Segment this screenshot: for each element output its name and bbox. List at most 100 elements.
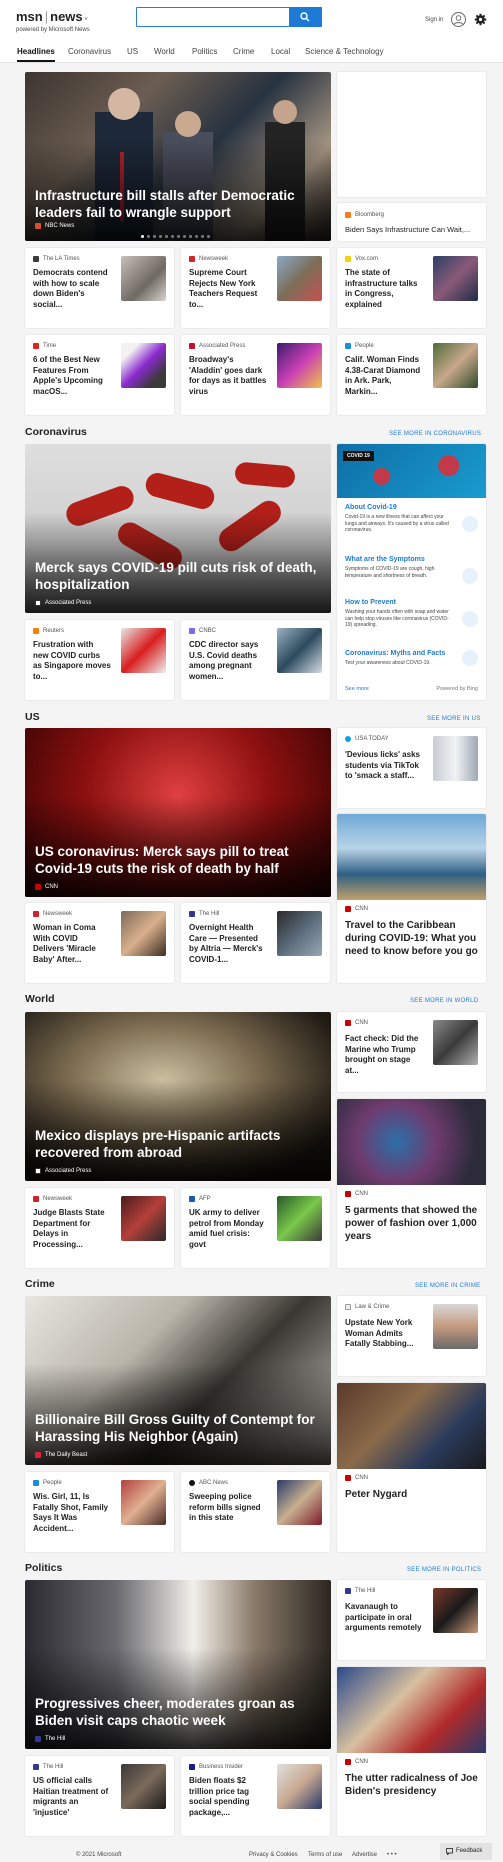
tab-headlines[interactable]: Headlines (17, 47, 55, 62)
terms-link[interactable]: Terms of use (308, 1852, 342, 1858)
carousel-dot[interactable] (195, 235, 198, 238)
hero-source: CNN (35, 884, 58, 890)
news-card[interactable]: The Hill US official calls Haitian treat… (25, 1756, 174, 1836)
carousel-dot[interactable] (183, 235, 186, 238)
tab-crime[interactable]: Crime (233, 47, 254, 56)
covid-topic-title[interactable]: What are the Symptoms (345, 556, 478, 563)
see-more-world-link[interactable]: SEE MORE IN WORLD (410, 998, 478, 1004)
tile-card[interactable]: CNN 5 garments that showed the power of … (337, 1099, 486, 1268)
see-more-link[interactable]: See more (345, 686, 369, 692)
covid-topic[interactable]: What are the Symptoms Symptoms of COVID-1… (345, 556, 478, 584)
msn-logo[interactable]: msn | news ˅ (16, 9, 88, 24)
news-card[interactable]: Newsweek Woman in Coma With COVID Delive… (25, 903, 174, 983)
covid-topic-title[interactable]: About Covid-19 (345, 504, 478, 511)
hero-source: The Hill (35, 1736, 65, 1742)
covid-topic-title[interactable]: How to Prevent (345, 599, 478, 606)
feedback-button[interactable]: Feedback (440, 1843, 492, 1860)
see-more-coronavirus-link[interactable]: SEE MORE IN CORONAVIRUS (389, 431, 481, 437)
card-title: Kavanaugh to participate in oral argumen… (345, 1602, 422, 1632)
news-card[interactable]: Law & Crime Upstate New York Woman Admit… (337, 1296, 486, 1376)
search-input[interactable] (137, 9, 277, 28)
carousel-dot[interactable] (177, 235, 180, 238)
card-title: Overnight Health Care — Presented by Alt… (189, 923, 263, 964)
search-button[interactable] (289, 7, 322, 27)
covid-topic[interactable]: How to Prevent Washing your hands often w… (345, 599, 478, 629)
carousel-dot[interactable] (201, 235, 204, 238)
see-more-crime-link[interactable]: SEE MORE IN CRIME (415, 1283, 480, 1289)
carousel-dot[interactable] (189, 235, 192, 238)
card-title: The utter radicalness of Joe Biden's pre… (345, 1773, 478, 1797)
hero-story-world[interactable]: Mexico displays pre-Hispanic artifacts r… (25, 1012, 331, 1181)
news-card[interactable]: People Calif. Woman Finds 4.38-Carat Dia… (337, 335, 486, 415)
news-card[interactable]: CNBC CDC director says U.S. Covid deaths… (181, 620, 330, 700)
carousel-dot[interactable] (171, 235, 174, 238)
tab-us[interactable]: US (127, 47, 138, 56)
news-card[interactable]: The Hill Kavanaugh to participate in ora… (337, 1580, 486, 1660)
news-card[interactable]: People Wis. Girl, 11, Is Fatally Shot, F… (25, 1472, 174, 1552)
category-nav: Headlines Coronavirus US World Politics … (0, 41, 503, 63)
tile-image (337, 1099, 486, 1185)
hero-title[interactable]: Merck says COVID-19 pill cuts risk of de… (35, 559, 317, 593)
news-card[interactable]: Time 6 of the Best New Features From App… (25, 335, 174, 415)
hero-title[interactable]: US coronavirus: Merck says pill to treat… (35, 843, 317, 877)
tile-card[interactable]: CNN The utter radicalness of Joe Biden's… (337, 1667, 486, 1836)
privacy-link[interactable]: Privacy & Cookies (249, 1852, 298, 1858)
card-source: Newsweek (189, 256, 228, 262)
card-source: The Hill (33, 1764, 63, 1770)
news-card[interactable]: ABC News Sweeping police reform bills si… (181, 1472, 330, 1552)
chevron-down-icon[interactable]: ˅ (83, 17, 88, 23)
card-title: 6 of the Best New Features From Apple's … (33, 355, 103, 396)
hero-story-us[interactable]: US coronavirus: Merck says pill to treat… (25, 728, 331, 897)
hero-story-coronavirus[interactable]: Merck says COVID-19 pill cuts risk of de… (25, 444, 331, 613)
carousel-dot[interactable] (153, 235, 156, 238)
signin-link[interactable]: Sign in (425, 17, 443, 23)
tile-card[interactable]: CNN Travel to the Caribbean during COVID… (337, 814, 486, 983)
covid-topic-title[interactable]: Coronavirus: Myths and Facts (345, 650, 478, 657)
tab-world[interactable]: World (154, 47, 175, 56)
side-card-top[interactable]: Bloomberg Biden Says Infrastructure Can … (337, 203, 486, 241)
myths-icon (462, 650, 478, 666)
news-card[interactable]: Associated Press Broadway's 'Aladdin' go… (181, 335, 330, 415)
tab-politics[interactable]: Politics (192, 47, 217, 56)
news-card[interactable]: Newsweek Judge Blasts State Department f… (25, 1188, 174, 1268)
news-card[interactable]: Newsweek Supreme Court Rejects New York … (181, 248, 330, 328)
carousel-dot[interactable] (147, 235, 150, 238)
hero-story-top[interactable]: Infrastructure bill stalls after Democra… (25, 72, 331, 241)
tile-card[interactable]: CNN Peter Nygard (337, 1383, 486, 1552)
card-source: People (345, 343, 374, 349)
more-options-icon[interactable]: • • • (387, 1852, 397, 1858)
section-title-world: World (25, 993, 55, 1005)
advertise-link[interactable]: Advertise (352, 1852, 377, 1858)
carousel-dot[interactable] (207, 235, 210, 238)
news-card[interactable]: The LA Times Democrats contend with how … (25, 248, 174, 328)
tab-coronavirus[interactable]: Coronavirus (68, 47, 111, 56)
card-title: Judge Blasts State Department for Delays… (33, 1208, 105, 1249)
card-title: Wis. Girl, 11, Is Fatally Shot, Family S… (33, 1492, 109, 1533)
news-card[interactable]: The Hill Overnight Health Care — Present… (181, 903, 330, 983)
carousel-dot[interactable] (141, 235, 144, 238)
card-source: The LA Times (33, 256, 80, 262)
see-more-us-link[interactable]: SEE MORE IN US (427, 716, 481, 722)
hero-story-politics[interactable]: Progressives cheer, moderates groan as B… (25, 1580, 331, 1749)
tab-science-technology[interactable]: Science & Technology (305, 47, 384, 56)
carousel-dot[interactable] (165, 235, 168, 238)
covid-topic[interactable]: About Covid-19 Covid-19 is a new illness … (345, 504, 478, 534)
news-card[interactable]: Business Insider Biden floats $2 trillio… (181, 1756, 330, 1836)
hero-title[interactable]: Infrastructure bill stalls after Democra… (35, 187, 317, 221)
covid-topic[interactable]: Coronavirus: Myths and Facts Test your aw… (345, 650, 478, 667)
hero-title[interactable]: Progressives cheer, moderates groan as B… (35, 1695, 317, 1729)
news-card[interactable]: AFP UK army to deliver petrol from Monda… (181, 1188, 330, 1268)
hero-title[interactable]: Mexico displays pre-Hispanic artifacts r… (35, 1127, 317, 1161)
news-card[interactable]: CNN Fact check: Did the Marine who Trump… (337, 1012, 486, 1092)
avatar-icon[interactable] (451, 12, 466, 27)
gear-icon[interactable] (474, 13, 487, 26)
hero-title[interactable]: Billionaire Bill Gross Guilty of Contemp… (35, 1411, 317, 1445)
carousel-dot[interactable] (159, 235, 162, 238)
news-card[interactable]: USA TODAY 'Devious licks' asks students … (337, 728, 486, 808)
hero-story-crime[interactable]: Billionaire Bill Gross Guilty of Contemp… (25, 1296, 331, 1465)
news-card[interactable]: Reuters Frustration with new COVID curbs… (25, 620, 174, 700)
search-box (136, 7, 322, 28)
news-card[interactable]: Vox.com The state of infrastructure talk… (337, 248, 486, 328)
tab-local[interactable]: Local (271, 47, 290, 56)
see-more-politics-link[interactable]: SEE MORE IN POLITICS (407, 1567, 481, 1573)
